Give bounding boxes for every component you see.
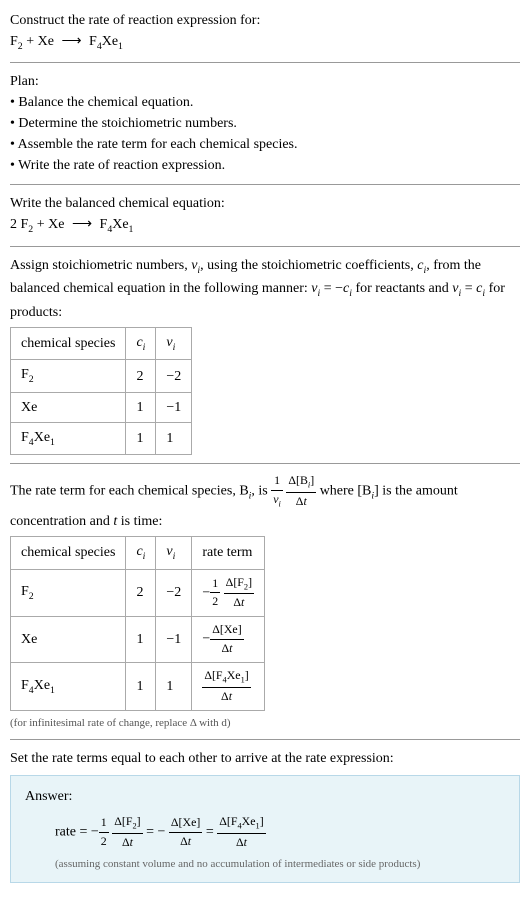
table-cell: Xe [11, 392, 126, 422]
table-header: ci [126, 327, 156, 359]
table-row: F4Xe1 1 1 [11, 422, 192, 454]
plan-bullet: • Assemble the rate term for each chemic… [10, 134, 520, 155]
intro-title: Construct the rate of reaction expressio… [10, 10, 520, 31]
fraction: Δ[Xe]Δt [169, 814, 202, 851]
table-cell: F2 [11, 569, 126, 617]
final-section: Set the rate terms equal to each other t… [10, 748, 520, 883]
rate-term-table: chemical species ci νi rate term F2 2 −2… [10, 536, 265, 711]
table-cell: −1 [156, 392, 192, 422]
table-cell: 1 [126, 663, 156, 711]
fraction: Δ[Xe]Δt [210, 621, 243, 658]
table-row: Xe 1 −1 −Δ[Xe]Δt [11, 617, 265, 663]
rate-term-note: (for infinitesimal rate of change, repla… [10, 715, 520, 732]
table-cell: 1 [156, 422, 192, 454]
intro-equation: F2 + Xe ⟶ F4Xe1 [10, 31, 520, 54]
table-row: F4Xe1 1 1 Δ[F4Xe1]Δt [11, 663, 265, 711]
table-row: chemical species ci νi [11, 327, 192, 359]
table-cell: Xe [11, 617, 126, 663]
table-header: νi [156, 537, 192, 569]
fraction: Δ[F2]Δt [224, 574, 254, 613]
divider [10, 184, 520, 185]
fraction: 12 [99, 814, 109, 851]
arrow-icon: ⟶ [61, 31, 81, 52]
table-cell: −12 Δ[F2]Δt [192, 569, 265, 617]
table-cell: F4Xe1 [11, 422, 126, 454]
rate-term-text: The rate term for each chemical species,… [10, 472, 520, 532]
table-header: ci [126, 537, 156, 569]
plan-title: Plan: [10, 71, 520, 92]
balanced-section: Write the balanced chemical equation: 2 … [10, 193, 520, 237]
balanced-equation: 2 F2 + Xe ⟶ F4Xe1 [10, 214, 520, 237]
divider [10, 62, 520, 63]
answer-note: (assuming constant volume and no accumul… [25, 856, 505, 873]
table-header: rate term [192, 537, 265, 569]
fraction: Δ[Bi]Δt [286, 472, 316, 511]
answer-box: Answer: rate = −12 Δ[F2]Δt = − Δ[Xe]Δt =… [10, 775, 520, 883]
table-cell: Δ[F4Xe1]Δt [192, 663, 265, 711]
table-cell: F4Xe1 [11, 663, 126, 711]
rate-term-section: The rate term for each chemical species,… [10, 472, 520, 731]
balanced-title: Write the balanced chemical equation: [10, 193, 520, 214]
divider [10, 739, 520, 740]
table-row: Xe 1 −1 [11, 392, 192, 422]
plan-bullet: • Balance the chemical equation. [10, 92, 520, 113]
divider [10, 463, 520, 464]
table-cell: 2 [126, 569, 156, 617]
table-cell: 1 [156, 663, 192, 711]
table-cell: 1 [126, 392, 156, 422]
plan-bullet: • Write the rate of reaction expression. [10, 155, 520, 176]
intro-section: Construct the rate of reaction expressio… [10, 10, 520, 54]
stoich-section: Assign stoichiometric numbers, νi, using… [10, 255, 520, 455]
arrow-icon: ⟶ [72, 214, 92, 235]
table-row: chemical species ci νi rate term [11, 537, 265, 569]
table-header: chemical species [11, 537, 126, 569]
fraction: Δ[F2]Δt [112, 813, 142, 852]
table-row: F2 2 −2 [11, 360, 192, 392]
table-cell: −1 [156, 617, 192, 663]
table-cell: −2 [156, 360, 192, 392]
table-cell: −Δ[Xe]Δt [192, 617, 265, 663]
fraction: Δ[F4Xe1]Δt [202, 667, 250, 706]
fraction: Δ[F4Xe1]Δt [217, 813, 265, 852]
table-cell: 1 [126, 422, 156, 454]
table-cell: 1 [126, 617, 156, 663]
stoich-table: chemical species ci νi F2 2 −2 Xe 1 −1 F… [10, 327, 192, 455]
fraction: 12 [210, 575, 220, 612]
answer-expression: rate = −12 Δ[F2]Δt = − Δ[Xe]Δt = Δ[F4Xe1… [25, 813, 505, 852]
table-cell: 2 [126, 360, 156, 392]
table-cell: F2 [11, 360, 126, 392]
table-header: νi [156, 327, 192, 359]
plan-bullet: • Determine the stoichiometric numbers. [10, 113, 520, 134]
table-cell: −2 [156, 569, 192, 617]
divider [10, 246, 520, 247]
final-title: Set the rate terms equal to each other t… [10, 748, 520, 769]
plan-section: Plan: • Balance the chemical equation. •… [10, 71, 520, 176]
fraction: 1νi [271, 472, 283, 511]
stoich-text: Assign stoichiometric numbers, νi, using… [10, 255, 520, 323]
table-header: chemical species [11, 327, 126, 359]
answer-label: Answer: [25, 786, 505, 807]
table-row: F2 2 −2 −12 Δ[F2]Δt [11, 569, 265, 617]
